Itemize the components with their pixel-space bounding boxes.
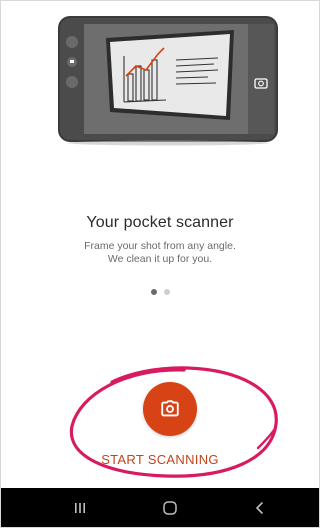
home-icon [163, 501, 177, 515]
subtitle-line-2: We clean it up for you. [107, 253, 213, 265]
page-indicator [0, 289, 320, 295]
start-scanning-button[interactable] [143, 382, 197, 436]
recents-button[interactable] [50, 488, 110, 528]
onboarding-title: Your pocket scanner [86, 214, 234, 231]
start-scanning-label[interactable]: START SCANNING [0, 452, 320, 467]
back-icon [256, 502, 263, 514]
recents-icon [75, 503, 85, 513]
back-button[interactable] [230, 488, 290, 528]
page-indicator-dot-1 [150, 289, 157, 295]
home-button[interactable] [140, 488, 200, 528]
onboarding-subtitle: Frame your shot from any angle. We clean… [0, 240, 320, 266]
page-indicator-dot-2[interactable] [163, 289, 170, 295]
subtitle-line-1: Frame your shot from any angle. [84, 240, 236, 252]
phone-scanning-whiteboard-illustration [58, 16, 282, 146]
camera-icon [161, 400, 179, 417]
system-navigation-bar [0, 488, 320, 528]
